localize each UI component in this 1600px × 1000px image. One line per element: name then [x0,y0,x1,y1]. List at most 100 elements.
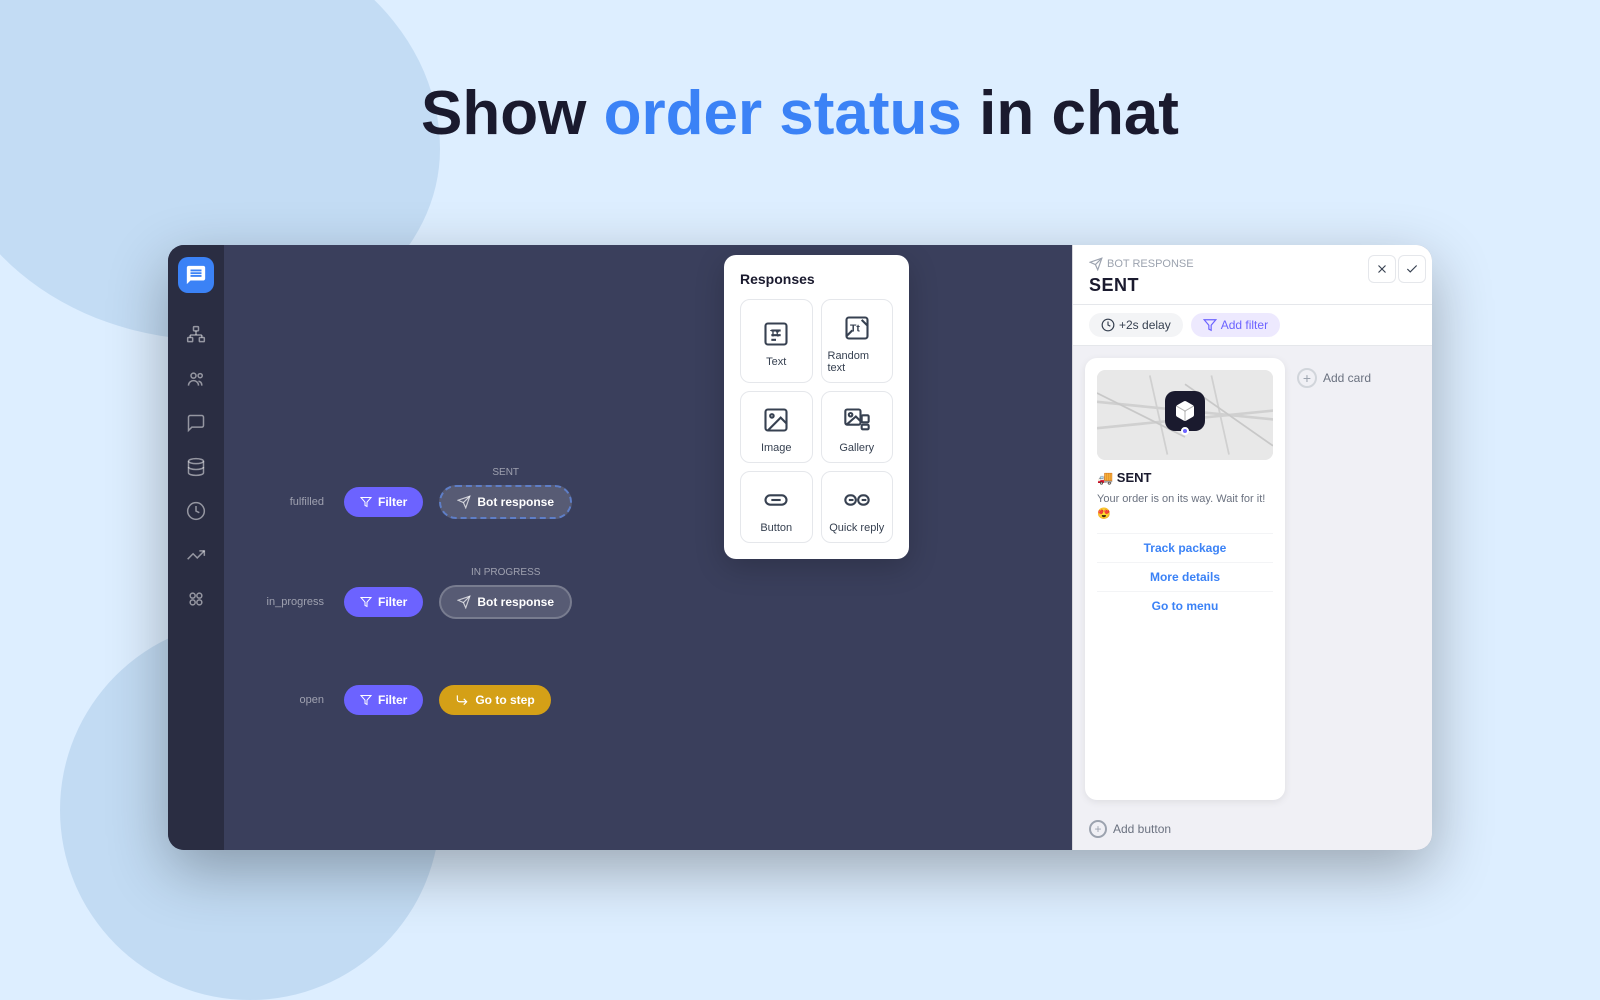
add-button-button[interactable]: + Add button [1089,820,1171,838]
panel-check-button[interactable] [1398,255,1426,283]
bot-response-label: Bot response [477,495,554,509]
sidebar-item-analytics[interactable] [178,493,214,529]
bot-response-icon-2 [457,595,471,609]
right-panel-actions: +2s delay Add filter [1073,305,1432,346]
sidebar-item-org[interactable] [178,317,214,353]
filter-button-inprogress[interactable]: Filter [344,587,423,617]
bot-response-label-2: Bot response [477,595,554,609]
sidebar-item-contacts[interactable] [178,361,214,397]
add-filter-button[interactable]: Add filter [1191,313,1280,337]
sidebar-item-database[interactable] [178,449,214,485]
bot-response-sent[interactable]: Bot response [439,485,572,519]
package-icon [1165,391,1205,431]
filter-label: Add filter [1221,318,1268,332]
gallery-icon [841,404,873,436]
delay-label: +2s delay [1119,318,1171,332]
flow-row-fulfilled: fulfilled Filter SENT Bot response [244,485,572,519]
sidebar-item-integrations[interactable] [178,581,214,617]
add-button-circle: + [1089,820,1107,838]
trends-icon [186,545,206,565]
canvas-area: fulfilled Filter SENT Bot response in_pr… [224,245,1072,850]
right-panel: BOT RESPONSE SENT +2s delay Add filter [1072,245,1432,850]
box-icon [1173,399,1197,423]
filter-label: Filter [378,495,407,509]
title-highlight: order status [604,79,962,148]
sidebar-item-messages[interactable] [178,405,214,441]
response-item-text[interactable]: Tt Text [740,299,813,383]
flow-label-inprogress: in_progress [244,596,324,608]
inprogress-node-top-label: IN PROGRESS [471,567,540,578]
flow-label-fulfilled: fulfilled [244,496,324,508]
bot-response-inprogress[interactable]: Bot response [439,585,572,619]
send-icon [1089,257,1103,271]
right-panel-content: 🚚 SENT Your order is on its way. Wait fo… [1073,346,1432,812]
goto-label: Go to step [475,693,534,707]
flow-row-inprogress: in_progress Filter IN PROGRESS Bot respo… [244,585,572,619]
response-label-random-text: Random text [828,350,887,374]
title-suffix: in chat [962,79,1179,148]
page-header: Show order status in chat [0,80,1600,148]
org-icon [186,325,206,345]
inprogress-node-wrapper: IN PROGRESS Bot response [439,585,572,619]
logo-icon [185,264,207,286]
integrations-icon [186,589,206,609]
filter-label-3: Filter [378,693,407,707]
chat-sent-title: 🚚 SENT [1097,470,1273,486]
response-item-random-text[interactable]: Tt Random text [821,299,894,383]
close-icon [1375,262,1389,276]
text-icon: Tt [760,318,792,350]
responses-title: Responses [740,271,893,287]
response-item-quick-reply[interactable]: Quick reply [821,471,894,543]
bot-response-header-label: BOT RESPONSE [1089,257,1416,271]
check-icon [1405,262,1419,276]
chat-message: Your order is on its way. Wait for it! 😍 [1097,492,1273,523]
add-button-label: Add button [1113,822,1171,836]
filter-add-icon [1203,318,1217,332]
delay-button[interactable]: +2s delay [1089,313,1183,337]
bot-response-icon [457,495,471,509]
sidebar-logo[interactable] [178,257,214,293]
page-title: Show order status in chat [0,80,1600,148]
filter-icon-2 [360,596,372,608]
location-dot [1181,427,1189,435]
response-item-image[interactable]: Image [740,391,813,463]
image-icon [760,404,792,436]
filter-label-2: Filter [378,595,407,609]
goto-button-open[interactable]: Go to step [439,685,550,715]
sent-node-top-label: SENT [492,467,519,478]
sent-node-wrapper: SENT Bot response [439,485,572,519]
svg-text:Tt: Tt [850,323,860,335]
bot-response-type-label: BOT RESPONSE [1107,258,1194,270]
chat-button-track[interactable]: Track package [1097,533,1273,562]
response-label-image: Image [761,442,792,454]
title-prefix: Show [421,79,604,148]
flow-label-open: open [244,694,324,706]
chat-button-details[interactable]: More details [1097,562,1273,591]
response-label-button: Button [760,522,792,534]
database-icon [186,457,206,477]
svg-text:Tt: Tt [770,328,779,338]
chat-map [1097,370,1273,460]
random-text-icon: Tt [841,312,873,344]
filter-button-open[interactable]: Filter [344,685,423,715]
chat-card: 🚚 SENT Your order is on its way. Wait fo… [1085,358,1285,800]
sidebar-item-trends[interactable] [178,537,214,573]
button-icon [760,484,792,516]
response-item-button[interactable]: Button [740,471,813,543]
flow-row-open: open Filter Go to step [244,685,572,715]
add-card-circle: + [1297,368,1317,388]
right-panel-title: SENT [1089,275,1416,296]
filter-button-fulfilled[interactable]: Filter [344,487,423,517]
add-card-button[interactable]: + Add card [1297,368,1371,388]
panel-close-button[interactable] [1368,255,1396,283]
response-item-gallery[interactable]: Gallery [821,391,894,463]
responses-popup: Responses Tt Text [724,255,909,559]
add-button-row: + Add button [1073,812,1432,850]
chat-button-menu[interactable]: Go to menu [1097,591,1273,620]
response-label-quick-reply: Quick reply [829,522,884,534]
quick-reply-icon [841,484,873,516]
responses-grid: Tt Text Tt Random text [740,299,893,543]
sidebar [168,245,224,850]
app-window: fulfilled Filter SENT Bot response in_pr… [168,245,1432,850]
goto-icon [455,693,469,707]
